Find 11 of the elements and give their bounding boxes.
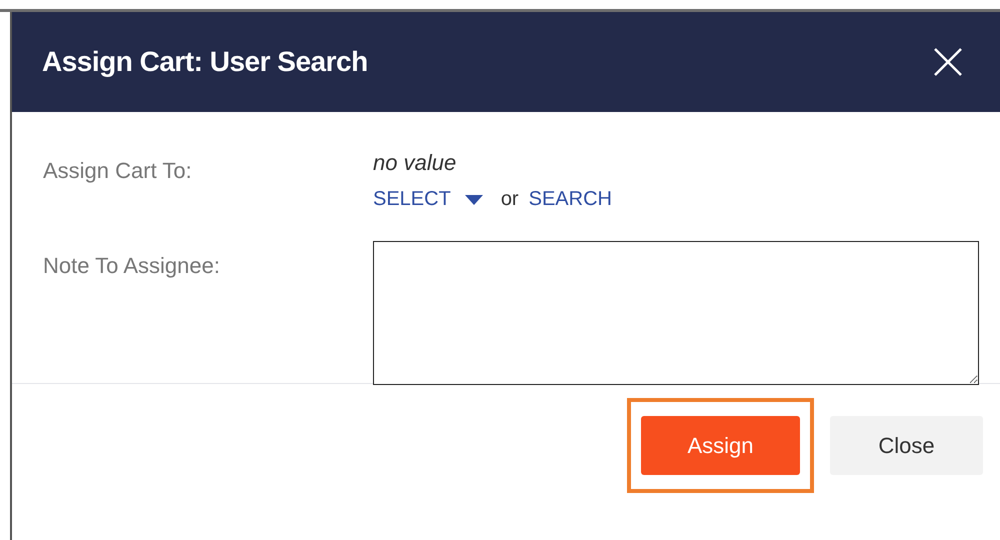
caret-icon bbox=[464, 194, 483, 204]
field-label: Note To Assignee: bbox=[43, 252, 221, 280]
select-link[interactable]: SELECT bbox=[373, 188, 483, 211]
field-label: Assign Cart To: bbox=[43, 157, 193, 185]
close-button[interactable]: Close bbox=[830, 416, 983, 475]
field-value: no value bbox=[373, 150, 458, 176]
note-field[interactable] bbox=[373, 241, 979, 385]
or-text: or bbox=[500, 188, 519, 211]
close-icon[interactable] bbox=[932, 46, 964, 78]
dialog-title: Assign Cart: User Search bbox=[42, 46, 368, 78]
search-link[interactable]: SEARCH bbox=[528, 188, 612, 211]
